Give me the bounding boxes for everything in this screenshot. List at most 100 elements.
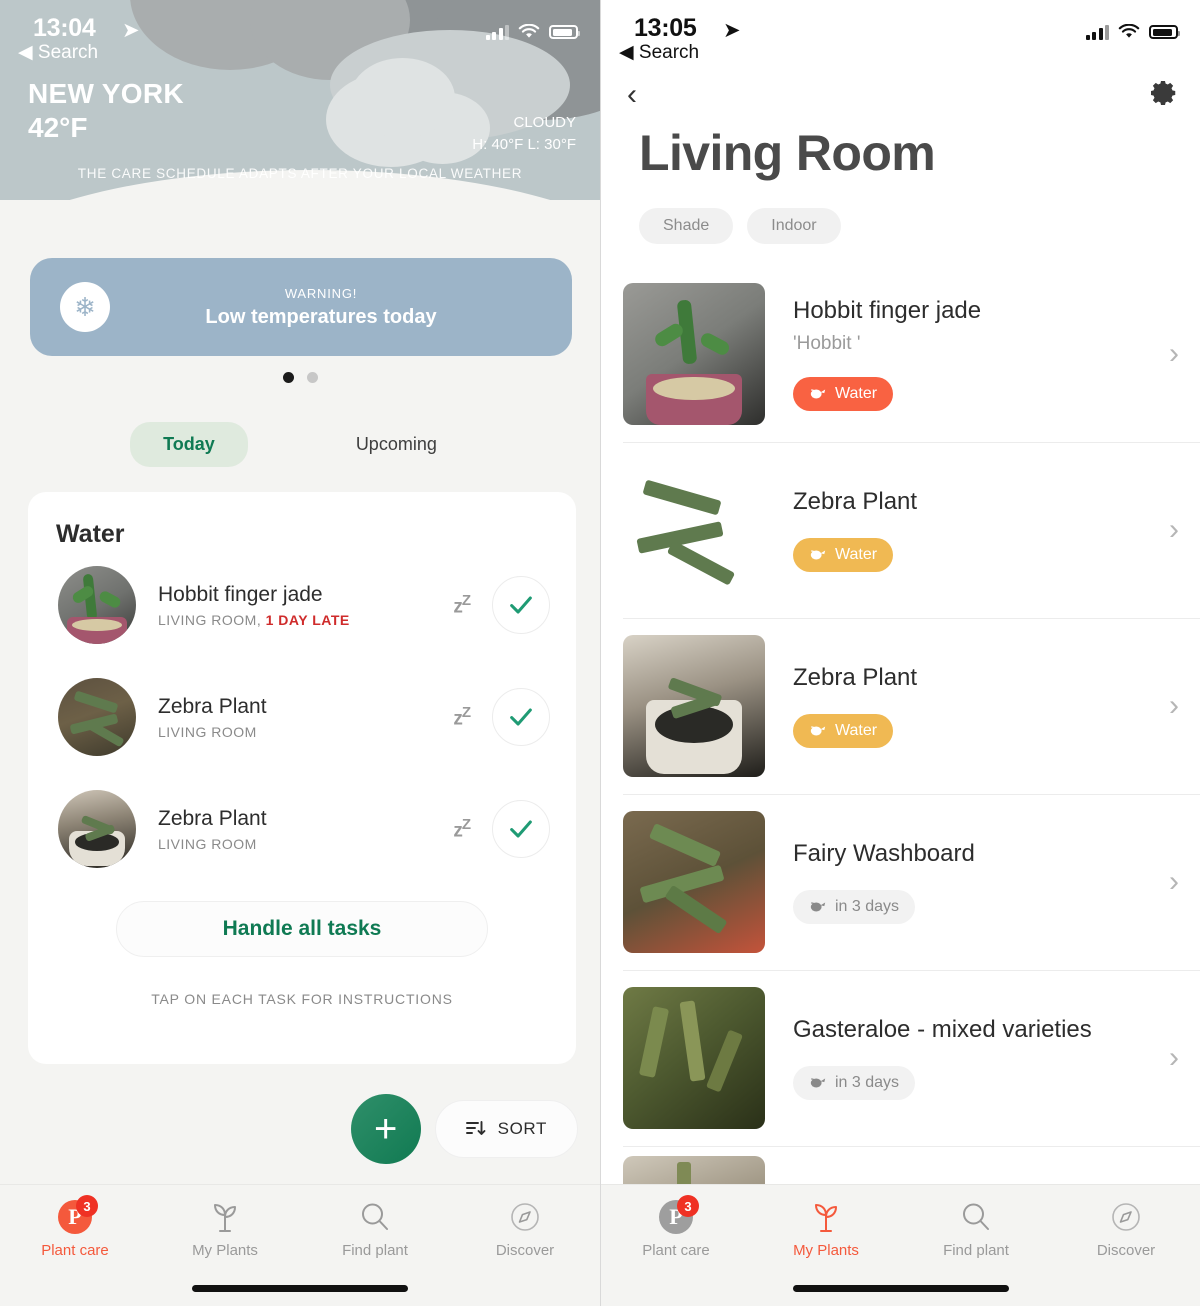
notification-badge: 3	[677, 1195, 699, 1217]
list-item[interactable]: Fairy Washboard in 3 days ›	[601, 794, 1200, 970]
chevron-left-icon[interactable]: ‹	[627, 80, 637, 110]
weather-condition: CLOUDY	[513, 114, 576, 131]
complete-task-button[interactable]	[492, 800, 550, 858]
watering-can-icon	[810, 550, 826, 560]
weather-city: NEW YORK	[28, 78, 184, 109]
task-info: Zebra Plant LIVING ROOM	[158, 695, 453, 740]
weather-warning-card[interactable]: ❄ WARNING! Low temperatures today	[30, 258, 572, 356]
status-badge: 1 DAY LATE	[265, 611, 350, 628]
tab-plant-care[interactable]: P 3 Plant care	[0, 1185, 150, 1273]
status-badge: Water	[793, 538, 894, 572]
task-meta: LIVING ROOM, 1 DAY LATE	[158, 611, 350, 628]
list-item[interactable]: Hobbit finger jade 'Hobbit ' Water ›	[601, 266, 1200, 442]
status-bar: 13:05 ➤ ◀ Search	[601, 0, 1200, 64]
complete-task-button[interactable]	[492, 576, 550, 634]
table-row[interactable]: Zebra Plant LIVING ROOM zZ	[28, 661, 576, 773]
weather-high-low: H: 40°F L: 30°F	[472, 135, 576, 153]
chevron-right-icon[interactable]: ›	[1169, 689, 1179, 723]
task-card-heading: Water	[56, 520, 125, 548]
status-badge: Water	[793, 714, 894, 748]
watering-can-icon	[810, 1078, 826, 1088]
warning-label: WARNING!	[284, 285, 358, 301]
handle-all-tasks-button[interactable]: Handle all tasks	[116, 901, 488, 957]
tab-discover[interactable]: Discover	[1051, 1185, 1200, 1273]
dual-screenshot-container: NEW YORK 42°F CLOUDY H: 40°F L: 30°F THE…	[0, 0, 1200, 1306]
weather-condition-block: CLOUDY H: 40°F L: 30°F	[472, 112, 576, 156]
badge-label: Water	[835, 546, 878, 563]
tab-discover[interactable]: Discover	[450, 1185, 600, 1273]
table-row[interactable]: Hobbit finger jade LIVING ROOM, 1 DAY LA…	[28, 549, 576, 661]
tab-my-plants[interactable]: My Plants	[150, 1185, 300, 1273]
watering-can-icon	[810, 389, 826, 399]
home-indicator	[192, 1285, 408, 1292]
plant-name: Zebra Plant	[793, 664, 918, 691]
sprout-icon	[214, 1204, 236, 1232]
task-footer-note: TAP ON EACH TASK FOR INSTRUCTIONS	[151, 991, 453, 1007]
chip-shade[interactable]: Shade	[639, 208, 734, 244]
weather-note: THE CARE SCHEDULE ADAPTS AFTER YOUR LOCA…	[77, 166, 523, 181]
task-info: Hobbit finger jade LIVING ROOM, 1 DAY LA…	[158, 583, 453, 628]
tab-plant-care[interactable]: P 3 Plant care	[601, 1185, 751, 1273]
plant-info: Zebra Plant Water	[793, 442, 1157, 618]
list-item[interactable]: Zebra Plant Water ›	[601, 442, 1200, 618]
room-attribute-chips: Shade Indoor	[639, 208, 841, 244]
sort-descending-icon	[465, 1121, 486, 1135]
tab-label: Find plant	[943, 1242, 1009, 1259]
carousel-dot-1[interactable]	[282, 372, 294, 383]
floating-actions: + SORT	[0, 1094, 600, 1164]
wifi-icon	[518, 24, 540, 38]
plant-name: Fairy Washboard	[793, 840, 975, 867]
carousel-dots[interactable]	[0, 372, 600, 383]
sort-label: SORT	[497, 1119, 547, 1138]
status-badge: in 3 days	[793, 890, 916, 924]
tab-today[interactable]: Today	[130, 422, 248, 467]
add-plant-button[interactable]: +	[350, 1094, 421, 1164]
avatar	[58, 790, 136, 868]
sprout-icon	[815, 1204, 837, 1232]
badge-label: Water	[835, 385, 878, 402]
gear-icon[interactable]	[1149, 78, 1179, 108]
chevron-right-icon[interactable]: ›	[1169, 337, 1179, 371]
task-segment-control[interactable]: Today Upcoming	[0, 422, 600, 467]
badge-label: in 3 days	[835, 1074, 900, 1091]
chevron-right-icon[interactable]: ›	[1169, 1041, 1179, 1075]
nav-row: ‹	[601, 76, 1200, 124]
status-back-to-search[interactable]: ◀ Search	[619, 41, 699, 64]
plant-info: Hobbit finger jade 'Hobbit ' Water	[793, 266, 1157, 442]
chevron-right-icon[interactable]: ›	[1169, 513, 1179, 547]
chip-indoor[interactable]: Indoor	[747, 208, 841, 244]
list-item[interactable]: Gasteraloe - mixed varieties in 3 days ›	[601, 970, 1200, 1146]
status-back-to-search[interactable]: ◀ Search	[18, 41, 98, 64]
warning-text: WARNING! Low temperatures today	[110, 286, 532, 329]
snooze-icon[interactable]: zZ	[453, 592, 471, 618]
list-item[interactable]: Zebra Plant Water ›	[601, 618, 1200, 794]
tab-label: Plant care	[41, 1242, 109, 1259]
sort-button[interactable]: SORT	[434, 1100, 578, 1158]
status-indicators	[485, 24, 580, 40]
battery-icon	[549, 25, 580, 39]
plant-care-logo-icon: P 3	[58, 1195, 98, 1235]
tab-my-plants[interactable]: My Plants	[751, 1185, 901, 1273]
tab-upcoming[interactable]: Upcoming	[323, 422, 470, 467]
tab-find-plant[interactable]: Find plant	[901, 1185, 1051, 1273]
chevron-right-icon[interactable]: ›	[1169, 865, 1179, 899]
snooze-icon[interactable]: zZ	[453, 816, 471, 842]
tab-find-plant[interactable]: Find plant	[300, 1185, 450, 1273]
task-meta: LIVING ROOM	[158, 723, 257, 740]
tab-label: My Plants	[793, 1242, 859, 1259]
plant-thumbnail	[623, 987, 765, 1129]
table-row[interactable]: Zebra Plant LIVING ROOM zZ	[28, 773, 576, 885]
cloud-shape	[350, 58, 455, 138]
battery-icon	[1149, 25, 1180, 39]
complete-task-button[interactable]	[492, 688, 550, 746]
tab-label: My Plants	[192, 1242, 258, 1259]
plant-list[interactable]: Hobbit finger jade 'Hobbit ' Water › Zeb…	[601, 266, 1200, 1306]
status-badge: Water	[793, 377, 894, 411]
carousel-dot-2[interactable]	[306, 372, 318, 383]
weather-temperature: 42°F	[28, 112, 88, 143]
badge-label: in 3 days	[835, 898, 900, 915]
warning-message: Low temperatures today	[205, 305, 437, 328]
plant-info: Gasteraloe - mixed varieties in 3 days	[793, 970, 1157, 1146]
snooze-icon[interactable]: zZ	[453, 704, 471, 730]
bottom-tab-bar: P 3 Plant care My Plants Find plant Disc…	[601, 1184, 1200, 1306]
